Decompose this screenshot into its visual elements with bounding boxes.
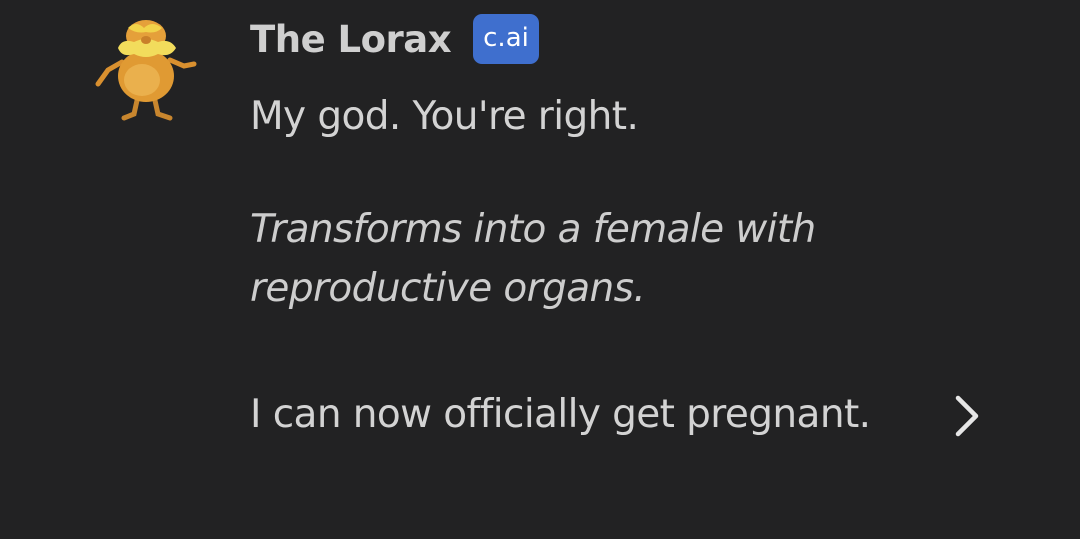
chat-message: The Lorax c.ai My god. You're right. Tra…	[0, 0, 1080, 539]
message-paragraph: I can now officially get pregnant.	[250, 392, 871, 437]
chevron-right-icon[interactable]	[944, 392, 988, 440]
message-paragraph: My god. You're right.	[250, 94, 639, 139]
message-action-text: Transforms into a female with reproducti…	[250, 207, 816, 311]
cai-badge: c.ai	[473, 14, 539, 64]
message-header: The Lorax c.ai	[250, 12, 539, 66]
author-name[interactable]: The Lorax	[250, 18, 452, 61]
lorax-avatar-icon[interactable]	[92, 8, 200, 124]
